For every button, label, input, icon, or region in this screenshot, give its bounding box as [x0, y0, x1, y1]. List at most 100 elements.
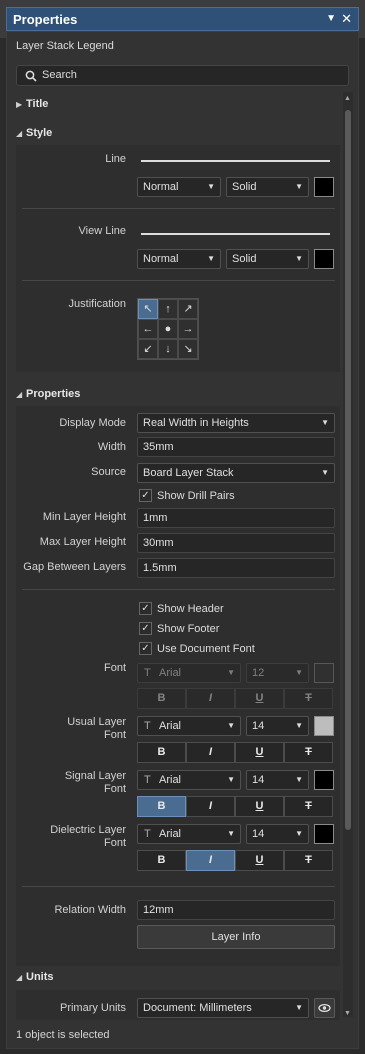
justify-top-right[interactable]: ↗ — [178, 299, 198, 319]
chevron-down-icon: ▼ — [295, 721, 303, 730]
search-placeholder: Search — [42, 69, 77, 81]
usual-font-name-dropdown[interactable]: T Arial ▼ — [137, 716, 241, 736]
font-color-swatch[interactable] — [314, 663, 334, 683]
gap-between-layers-field[interactable]: 1.5mm — [137, 558, 335, 578]
section-properties[interactable]: ◢ Properties — [16, 388, 80, 400]
dielectric-font-color-swatch[interactable] — [314, 824, 334, 844]
max-layer-height-field[interactable]: 30mm — [137, 533, 335, 553]
underline-button[interactable]: U — [235, 796, 284, 817]
signal-font-size-dropdown[interactable]: 14 ▼ — [246, 770, 309, 790]
justify-top-left[interactable]: ↖ — [138, 299, 158, 319]
italic-button[interactable]: I — [186, 742, 235, 763]
chevron-down-icon: ▼ — [227, 668, 235, 677]
justify-left[interactable]: ← — [138, 319, 158, 339]
scroll-down-icon[interactable]: ▼ — [344, 1010, 351, 1017]
usual-font-color-swatch[interactable] — [314, 716, 334, 736]
close-icon[interactable]: ✕ — [341, 11, 352, 27]
show-footer-checkbox[interactable]: ✓ — [139, 622, 152, 635]
line-type-dropdown[interactable]: Solid ▼ — [226, 177, 309, 197]
bold-button[interactable]: B — [137, 850, 186, 871]
line-color-swatch[interactable] — [314, 177, 334, 197]
view-line-style-dropdown[interactable]: Normal ▼ — [137, 249, 221, 269]
justify-bottom[interactable]: ↓ — [158, 339, 178, 359]
justify-bottom-left[interactable]: ↙ — [138, 339, 158, 359]
justify-bottom-right[interactable]: ↘ — [178, 339, 198, 359]
line-label: Line — [105, 153, 126, 165]
font-style-row: B I U T — [137, 688, 335, 709]
scroll-up-icon[interactable]: ▲ — [344, 95, 351, 102]
strikethrough-button[interactable]: T — [284, 850, 333, 871]
section-units[interactable]: ◢ Units — [16, 971, 54, 983]
justify-top[interactable]: ↑ — [158, 299, 178, 319]
chevron-down-icon: ▼ — [295, 668, 303, 677]
font-size-dropdown[interactable]: 12 ▼ — [246, 663, 309, 683]
show-header-label: Show Header — [157, 603, 224, 615]
chevron-down-icon: ▼ — [227, 775, 235, 784]
chevron-down-icon: ◢ — [16, 973, 23, 982]
width-field[interactable]: 35mm — [137, 437, 335, 457]
chevron-down-icon: ▼ — [321, 418, 329, 427]
display-mode-label: Display Mode — [59, 417, 126, 429]
italic-button[interactable]: I — [186, 796, 235, 817]
dielectric-font-style-row: B I U T — [137, 850, 335, 871]
show-header-checkbox[interactable]: ✓ — [139, 602, 152, 615]
min-layer-height-label: Min Layer Height — [42, 511, 126, 523]
show-drill-pairs-checkbox[interactable]: ✓ — [139, 489, 152, 502]
primary-units-label: Primary Units — [59, 1002, 126, 1014]
chevron-down-icon: ▼ — [321, 468, 329, 477]
panel-title-bar[interactable]: Properties ▼ ✕ — [6, 7, 359, 31]
font-type-icon: T — [144, 774, 151, 786]
usual-font-size-dropdown[interactable]: 14 ▼ — [246, 716, 309, 736]
chevron-down-icon: ◢ — [16, 129, 23, 138]
layer-info-button[interactable]: Layer Info — [137, 925, 335, 949]
section-style[interactable]: ◢ Style — [16, 127, 52, 139]
min-layer-height-field[interactable]: 1mm — [137, 508, 335, 528]
divider — [22, 886, 335, 887]
dielectric-font-name-dropdown[interactable]: T Arial ▼ — [137, 824, 241, 844]
scrollbar-thumb[interactable] — [345, 110, 351, 830]
font-label: Font — [103, 662, 126, 674]
underline-button[interactable]: U — [235, 850, 284, 871]
italic-button[interactable]: I — [186, 850, 235, 871]
relation-width-field[interactable]: 12mm — [137, 900, 335, 920]
chevron-down-icon: ▼ — [207, 254, 215, 263]
divider — [22, 280, 335, 281]
source-dropdown[interactable]: Board Layer Stack ▼ — [137, 463, 335, 483]
italic-button[interactable]: I — [186, 688, 235, 709]
font-name-dropdown[interactable]: T Arial ▼ — [137, 663, 241, 683]
signal-font-color-swatch[interactable] — [314, 770, 334, 790]
justify-right[interactable]: → — [178, 319, 198, 339]
search-input[interactable]: Search — [16, 65, 349, 86]
justify-center[interactable]: ● — [158, 319, 178, 339]
use-document-font-checkbox[interactable]: ✓ — [139, 642, 152, 655]
view-line-type-dropdown[interactable]: Solid ▼ — [226, 249, 309, 269]
show-drill-pairs-label: Show Drill Pairs — [157, 490, 235, 502]
underline-button[interactable]: U — [235, 742, 284, 763]
justification-label: Justification — [68, 298, 126, 310]
chevron-down-icon: ▼ — [295, 775, 303, 784]
relation-width-label: Relation Width — [54, 904, 126, 916]
search-icon — [25, 70, 37, 82]
line-style-dropdown[interactable]: Normal ▼ — [137, 177, 221, 197]
underline-button[interactable]: U — [235, 688, 284, 709]
strikethrough-button[interactable]: T — [284, 742, 333, 763]
chevron-down-icon: ▼ — [295, 182, 303, 191]
gap-between-layers-label: Gap Between Layers — [23, 561, 126, 573]
panel-title: Properties — [13, 12, 78, 27]
eye-icon[interactable] — [314, 998, 335, 1018]
display-mode-dropdown[interactable]: Real Width in Heights ▼ — [137, 413, 335, 433]
primary-units-dropdown[interactable]: Document: Millimeters ▼ — [137, 998, 309, 1018]
section-title[interactable]: ▶ Title — [16, 98, 48, 110]
dielectric-font-size-dropdown[interactable]: 14 ▼ — [246, 824, 309, 844]
chevron-down-icon: ◢ — [16, 390, 23, 399]
view-line-color-swatch[interactable] — [314, 249, 334, 269]
bold-button[interactable]: B — [137, 796, 186, 817]
chevron-down-icon: ▼ — [227, 829, 235, 838]
bold-button[interactable]: B — [137, 688, 186, 709]
bold-button[interactable]: B — [137, 742, 186, 763]
strikethrough-button[interactable]: T — [284, 796, 333, 817]
view-line-preview — [141, 233, 330, 235]
signal-font-name-dropdown[interactable]: T Arial ▼ — [137, 770, 241, 790]
panel-menu-icon[interactable]: ▼ — [326, 13, 336, 24]
strikethrough-button[interactable]: T — [284, 688, 333, 709]
